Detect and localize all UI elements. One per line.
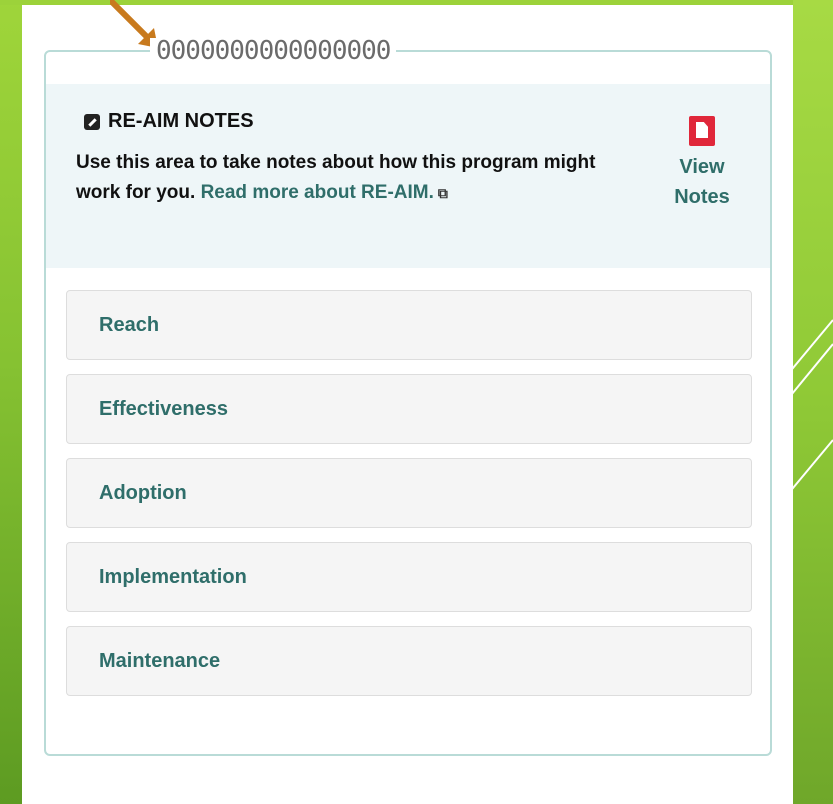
document-icon[interactable]	[689, 116, 715, 146]
edit-icon	[84, 113, 100, 130]
notes-header-panel: RE-AIM NOTES Use this area to take notes…	[46, 84, 770, 268]
accordion-item-implementation[interactable]: Implementation	[66, 542, 752, 612]
green-background-left	[0, 0, 22, 804]
external-link-icon[interactable]: ⧉	[438, 185, 448, 201]
accordion-item-reach[interactable]: Reach	[66, 290, 752, 360]
read-more-link[interactable]: Read more about RE-AIM.	[201, 182, 434, 203]
view-notes-button[interactable]: View Notes	[670, 116, 734, 212]
notes-title-row: RE-AIM NOTES	[84, 110, 254, 133]
accordion-item-maintenance[interactable]: Maintenance	[66, 626, 752, 696]
accordion-item-adoption[interactable]: Adoption	[66, 458, 752, 528]
view-notes-label-line2[interactable]: Notes	[670, 182, 734, 212]
reaim-dimension-list: Reach Effectiveness Adoption Implementat…	[66, 290, 752, 710]
spiral-binding: 0000000000000000	[150, 38, 397, 64]
notes-description: Use this area to take notes about how th…	[76, 148, 616, 208]
notes-title: RE-AIM NOTES	[108, 110, 254, 132]
accordion-item-effectiveness[interactable]: Effectiveness	[66, 374, 752, 444]
view-notes-label-line1[interactable]: View	[670, 152, 734, 182]
decorative-lines	[782, 319, 833, 501]
notes-card: 0000000000000000 RE-AIM NOTES Use this a…	[44, 38, 772, 756]
